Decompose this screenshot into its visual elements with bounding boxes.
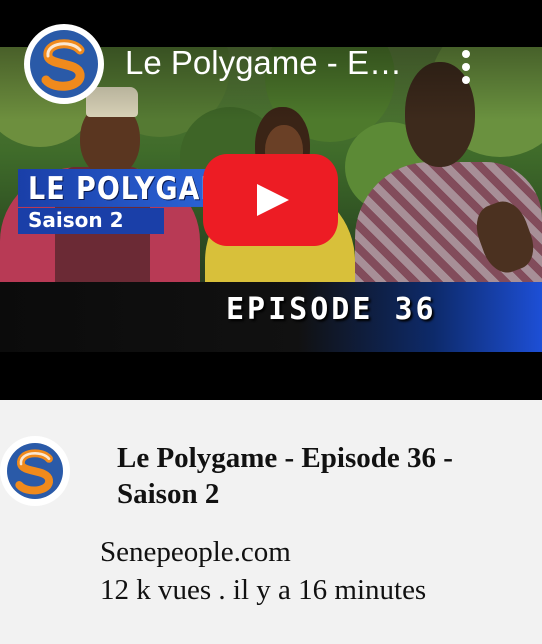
banner-subtitle: Saison 2 [18,208,164,234]
channel-logo-s-icon [30,30,98,98]
channel-avatar[interactable] [24,24,104,104]
play-button[interactable] [203,154,338,246]
info-video-title[interactable]: Le Polygame - Episode 36 - Saison 2 [117,440,517,512]
episode-label: EPISODE 36 [226,292,437,327]
channel-avatar-small[interactable] [0,436,70,506]
play-icon [257,184,289,216]
more-vertical-icon[interactable] [455,48,477,88]
video-info: Le Polygame - Episode 36 - Saison 2 Sene… [0,400,542,644]
channel-name[interactable]: Senepeople.com [100,536,291,569]
channel-logo-s-icon [7,443,63,499]
video-player[interactable]: LE POLYGAME Saison 2 EPISODE 36 Le Polyg… [0,0,542,400]
video-title[interactable]: Le Polygame - E… [125,44,425,82]
view-count-and-age: 12 k vues . il y a 16 minutes [100,574,427,606]
